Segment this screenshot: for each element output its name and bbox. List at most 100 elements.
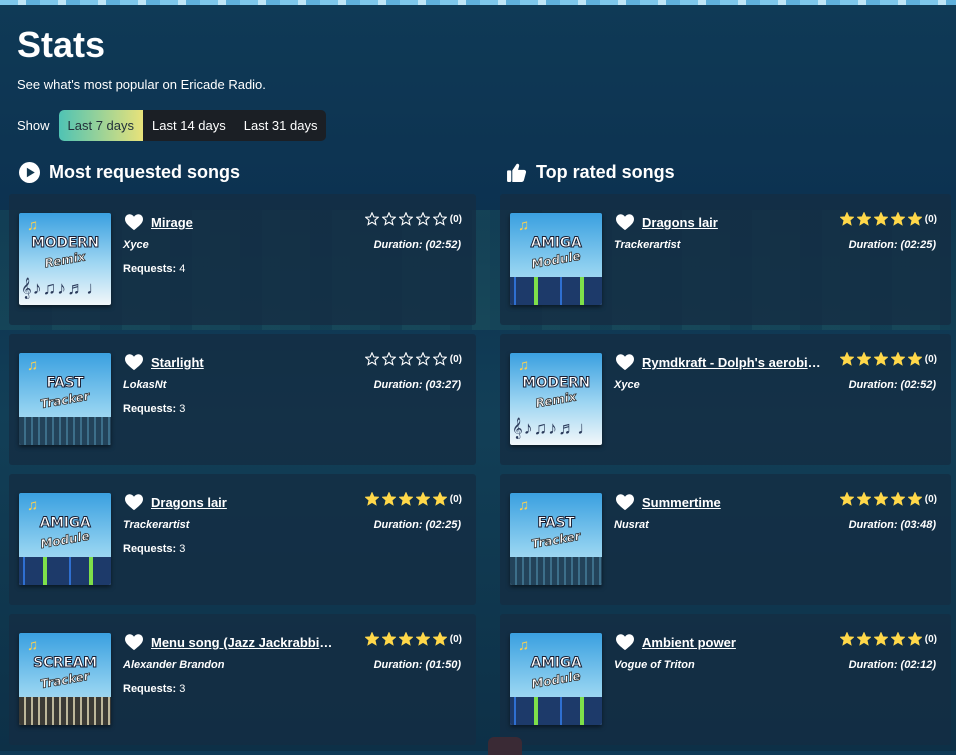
cover-art-equalizer	[19, 417, 111, 445]
request-count: Requests: 3	[123, 683, 185, 695]
star-outline-icon[interactable]	[415, 212, 430, 226]
star-filled-icon[interactable]	[432, 492, 447, 506]
song-title-link[interactable]: Dragons lair	[642, 215, 718, 230]
cover-art-equalizer	[510, 557, 602, 585]
star-rating: (0)	[364, 212, 462, 226]
period-filter: Show Last 7 days Last 14 days Last 31 da…	[17, 110, 327, 141]
star-filled-icon[interactable]	[873, 492, 888, 506]
star-filled-icon[interactable]	[907, 352, 922, 366]
star-filled-icon[interactable]	[907, 212, 922, 226]
album-art-image: ♫ AMIGA Module	[510, 213, 602, 305]
song-duration: Duration: (03:27)	[373, 379, 461, 391]
heart-icon[interactable]	[615, 633, 635, 651]
song-title-link[interactable]: Dragons lair	[151, 495, 227, 510]
album-art-image: ♫ AMIGA Module	[510, 633, 602, 725]
star-filled-icon[interactable]	[415, 492, 430, 506]
song-card[interactable]: ♫ AMIGA Module Dragons lair Trackerartist …	[500, 194, 951, 325]
star-filled-icon[interactable]	[890, 212, 905, 226]
star-filled-icon[interactable]	[856, 492, 871, 506]
rating-count: (0)	[924, 493, 937, 505]
song-card[interactable]: ♫ AMIGA Module Dragons lair Trackerartist …	[9, 474, 476, 605]
rating-count: (0)	[924, 633, 937, 645]
star-filled-icon[interactable]	[907, 492, 922, 506]
star-filled-icon[interactable]	[381, 492, 396, 506]
song-artist: Nusrat	[614, 519, 649, 531]
song-card[interactable]: ♫ FAST Tracker Summertime Nusrat (0) Durat…	[500, 474, 951, 605]
star-filled-icon[interactable]	[839, 212, 854, 226]
heart-icon[interactable]	[615, 493, 635, 511]
rating-count: (0)	[449, 213, 462, 225]
most-requested-heading: Most requested songs	[19, 162, 240, 183]
heart-icon[interactable]	[124, 213, 144, 231]
music-note-icon: ♫	[27, 497, 39, 514]
star-filled-icon[interactable]	[398, 492, 413, 506]
star-outline-icon[interactable]	[432, 212, 447, 226]
song-card[interactable]: ♫ MODERN Remix 𝄞♪♫♪♬♩ Mirage Xyce Requests:…	[9, 194, 476, 325]
heart-icon[interactable]	[615, 213, 635, 231]
heart-icon[interactable]	[124, 353, 144, 371]
play-circle-icon	[19, 162, 40, 183]
heart-icon[interactable]	[124, 493, 144, 511]
album-art-image: ♫ SCREAM Tracker	[19, 633, 111, 725]
star-filled-icon[interactable]	[415, 632, 430, 646]
heart-icon[interactable]	[124, 633, 144, 651]
star-filled-icon[interactable]	[432, 632, 447, 646]
star-outline-icon[interactable]	[415, 352, 430, 366]
star-filled-icon[interactable]	[856, 212, 871, 226]
star-filled-icon[interactable]	[890, 632, 905, 646]
star-filled-icon[interactable]	[873, 632, 888, 646]
star-filled-icon[interactable]	[890, 352, 905, 366]
star-filled-icon[interactable]	[873, 352, 888, 366]
song-duration: Duration: (02:25)	[373, 519, 461, 531]
star-filled-icon[interactable]	[907, 632, 922, 646]
star-filled-icon[interactable]	[873, 212, 888, 226]
song-title-link[interactable]: Starlight	[151, 355, 204, 370]
star-outline-icon[interactable]	[381, 212, 396, 226]
album-art-image: ♫ MODERN Remix 𝄞♪♫♪♬♩	[19, 213, 111, 305]
star-filled-icon[interactable]	[839, 632, 854, 646]
song-title-link[interactable]: Mirage	[151, 215, 193, 230]
cover-art-equalizer	[19, 557, 111, 585]
mascot-sprite	[488, 737, 522, 755]
star-filled-icon[interactable]	[839, 352, 854, 366]
song-title-link[interactable]: Summertime	[642, 495, 721, 510]
star-filled-icon[interactable]	[364, 492, 379, 506]
star-outline-icon[interactable]	[364, 352, 379, 366]
star-rating: (0)	[364, 492, 462, 506]
star-outline-icon[interactable]	[432, 352, 447, 366]
rating-count: (0)	[449, 493, 462, 505]
star-outline-icon[interactable]	[364, 212, 379, 226]
requests-label: Requests:	[123, 263, 177, 275]
song-card[interactable]: ♫ AMIGA Module Ambient power Vogue of Trit…	[500, 614, 951, 745]
star-outline-icon[interactable]	[398, 352, 413, 366]
song-card[interactable]: ♫ MODERN Remix 𝄞♪♫♪♬♩ Rymdkraft - Dolph's a…	[500, 334, 951, 465]
requests-label: Requests:	[123, 403, 177, 415]
cover-art-equalizer: 𝄞♪♫♪♬♩	[21, 278, 106, 298]
star-filled-icon[interactable]	[839, 492, 854, 506]
song-card[interactable]: ♫ SCREAM Tracker Menu song (Jazz Jackrabbi…	[9, 614, 476, 745]
top-rated-heading-text: Top rated songs	[536, 162, 675, 182]
period-last-7-days-button[interactable]: Last 7 days	[58, 110, 144, 141]
star-rating: (0)	[364, 352, 462, 366]
cover-art-equalizer: 𝄞♪♫♪♬♩	[512, 418, 597, 438]
star-filled-icon[interactable]	[856, 632, 871, 646]
song-card[interactable]: ♫ FAST Tracker Starlight LokasNt Requests:…	[9, 334, 476, 465]
star-filled-icon[interactable]	[398, 632, 413, 646]
star-filled-icon[interactable]	[890, 492, 905, 506]
star-outline-icon[interactable]	[398, 212, 413, 226]
period-last-31-days-button[interactable]: Last 31 days	[235, 110, 327, 141]
song-artist: Xyce	[614, 379, 640, 391]
star-filled-icon[interactable]	[364, 632, 379, 646]
star-rating: (0)	[839, 212, 937, 226]
song-title-link[interactable]: Rymdkraft - Dolph's aerobics ...	[642, 355, 827, 370]
star-rating: (0)	[839, 352, 937, 366]
song-title-link[interactable]: Menu song (Jazz Jackrabbit In...	[151, 635, 336, 650]
song-title-link[interactable]: Ambient power	[642, 635, 736, 650]
star-filled-icon[interactable]	[856, 352, 871, 366]
star-outline-icon[interactable]	[381, 352, 396, 366]
heart-icon[interactable]	[615, 353, 635, 371]
period-last-14-days-button[interactable]: Last 14 days	[143, 110, 235, 141]
star-filled-icon[interactable]	[381, 632, 396, 646]
album-art-image: ♫ FAST Tracker	[510, 493, 602, 585]
song-artist: Xyce	[123, 239, 149, 251]
